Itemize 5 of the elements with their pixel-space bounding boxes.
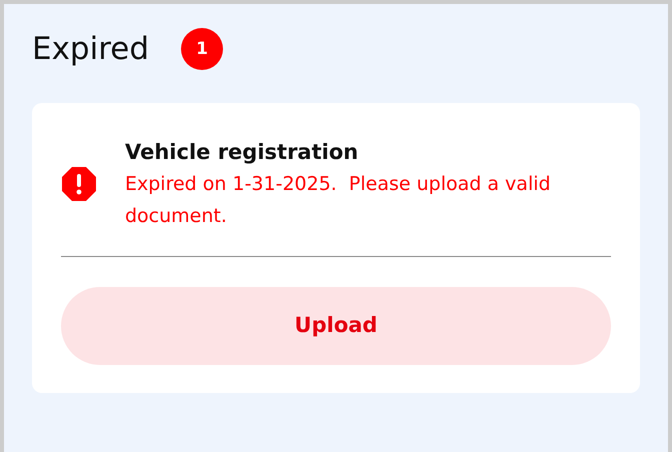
upload-button[interactable]: Upload xyxy=(61,287,611,365)
section-title: Expired xyxy=(32,30,150,69)
expiry-message: Expired on 1-31-2025. Please upload a valid document. xyxy=(125,172,552,229)
document-name: Vehicle registration xyxy=(125,138,360,166)
count-badge: 1 xyxy=(181,28,224,70)
